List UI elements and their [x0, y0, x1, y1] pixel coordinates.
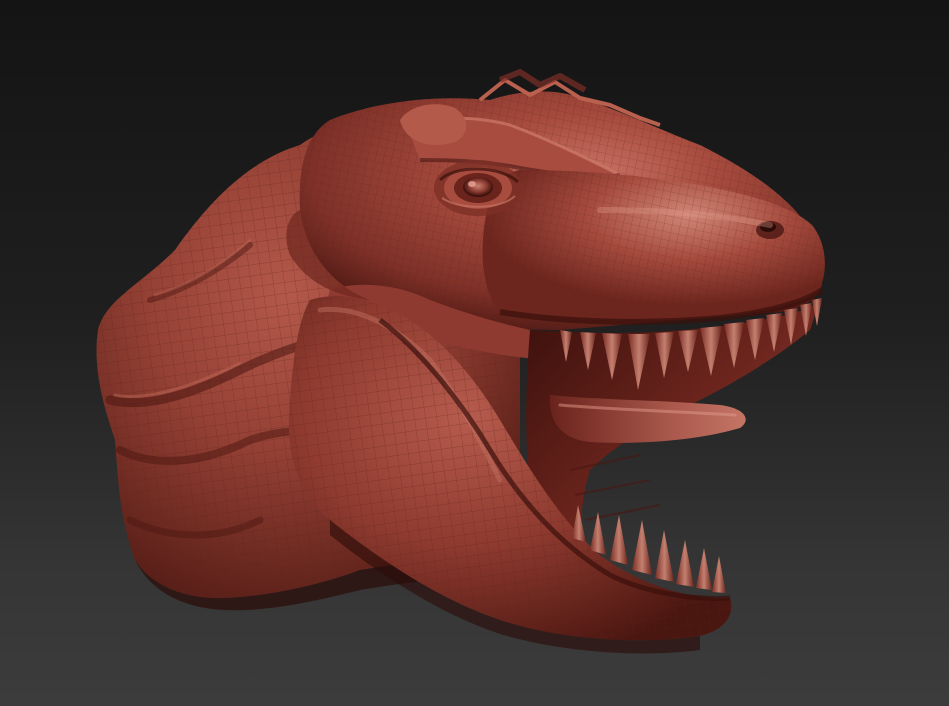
sculpt-render[interactable]	[0, 0, 949, 706]
3d-viewport[interactable]	[0, 0, 949, 706]
eye	[434, 160, 522, 216]
